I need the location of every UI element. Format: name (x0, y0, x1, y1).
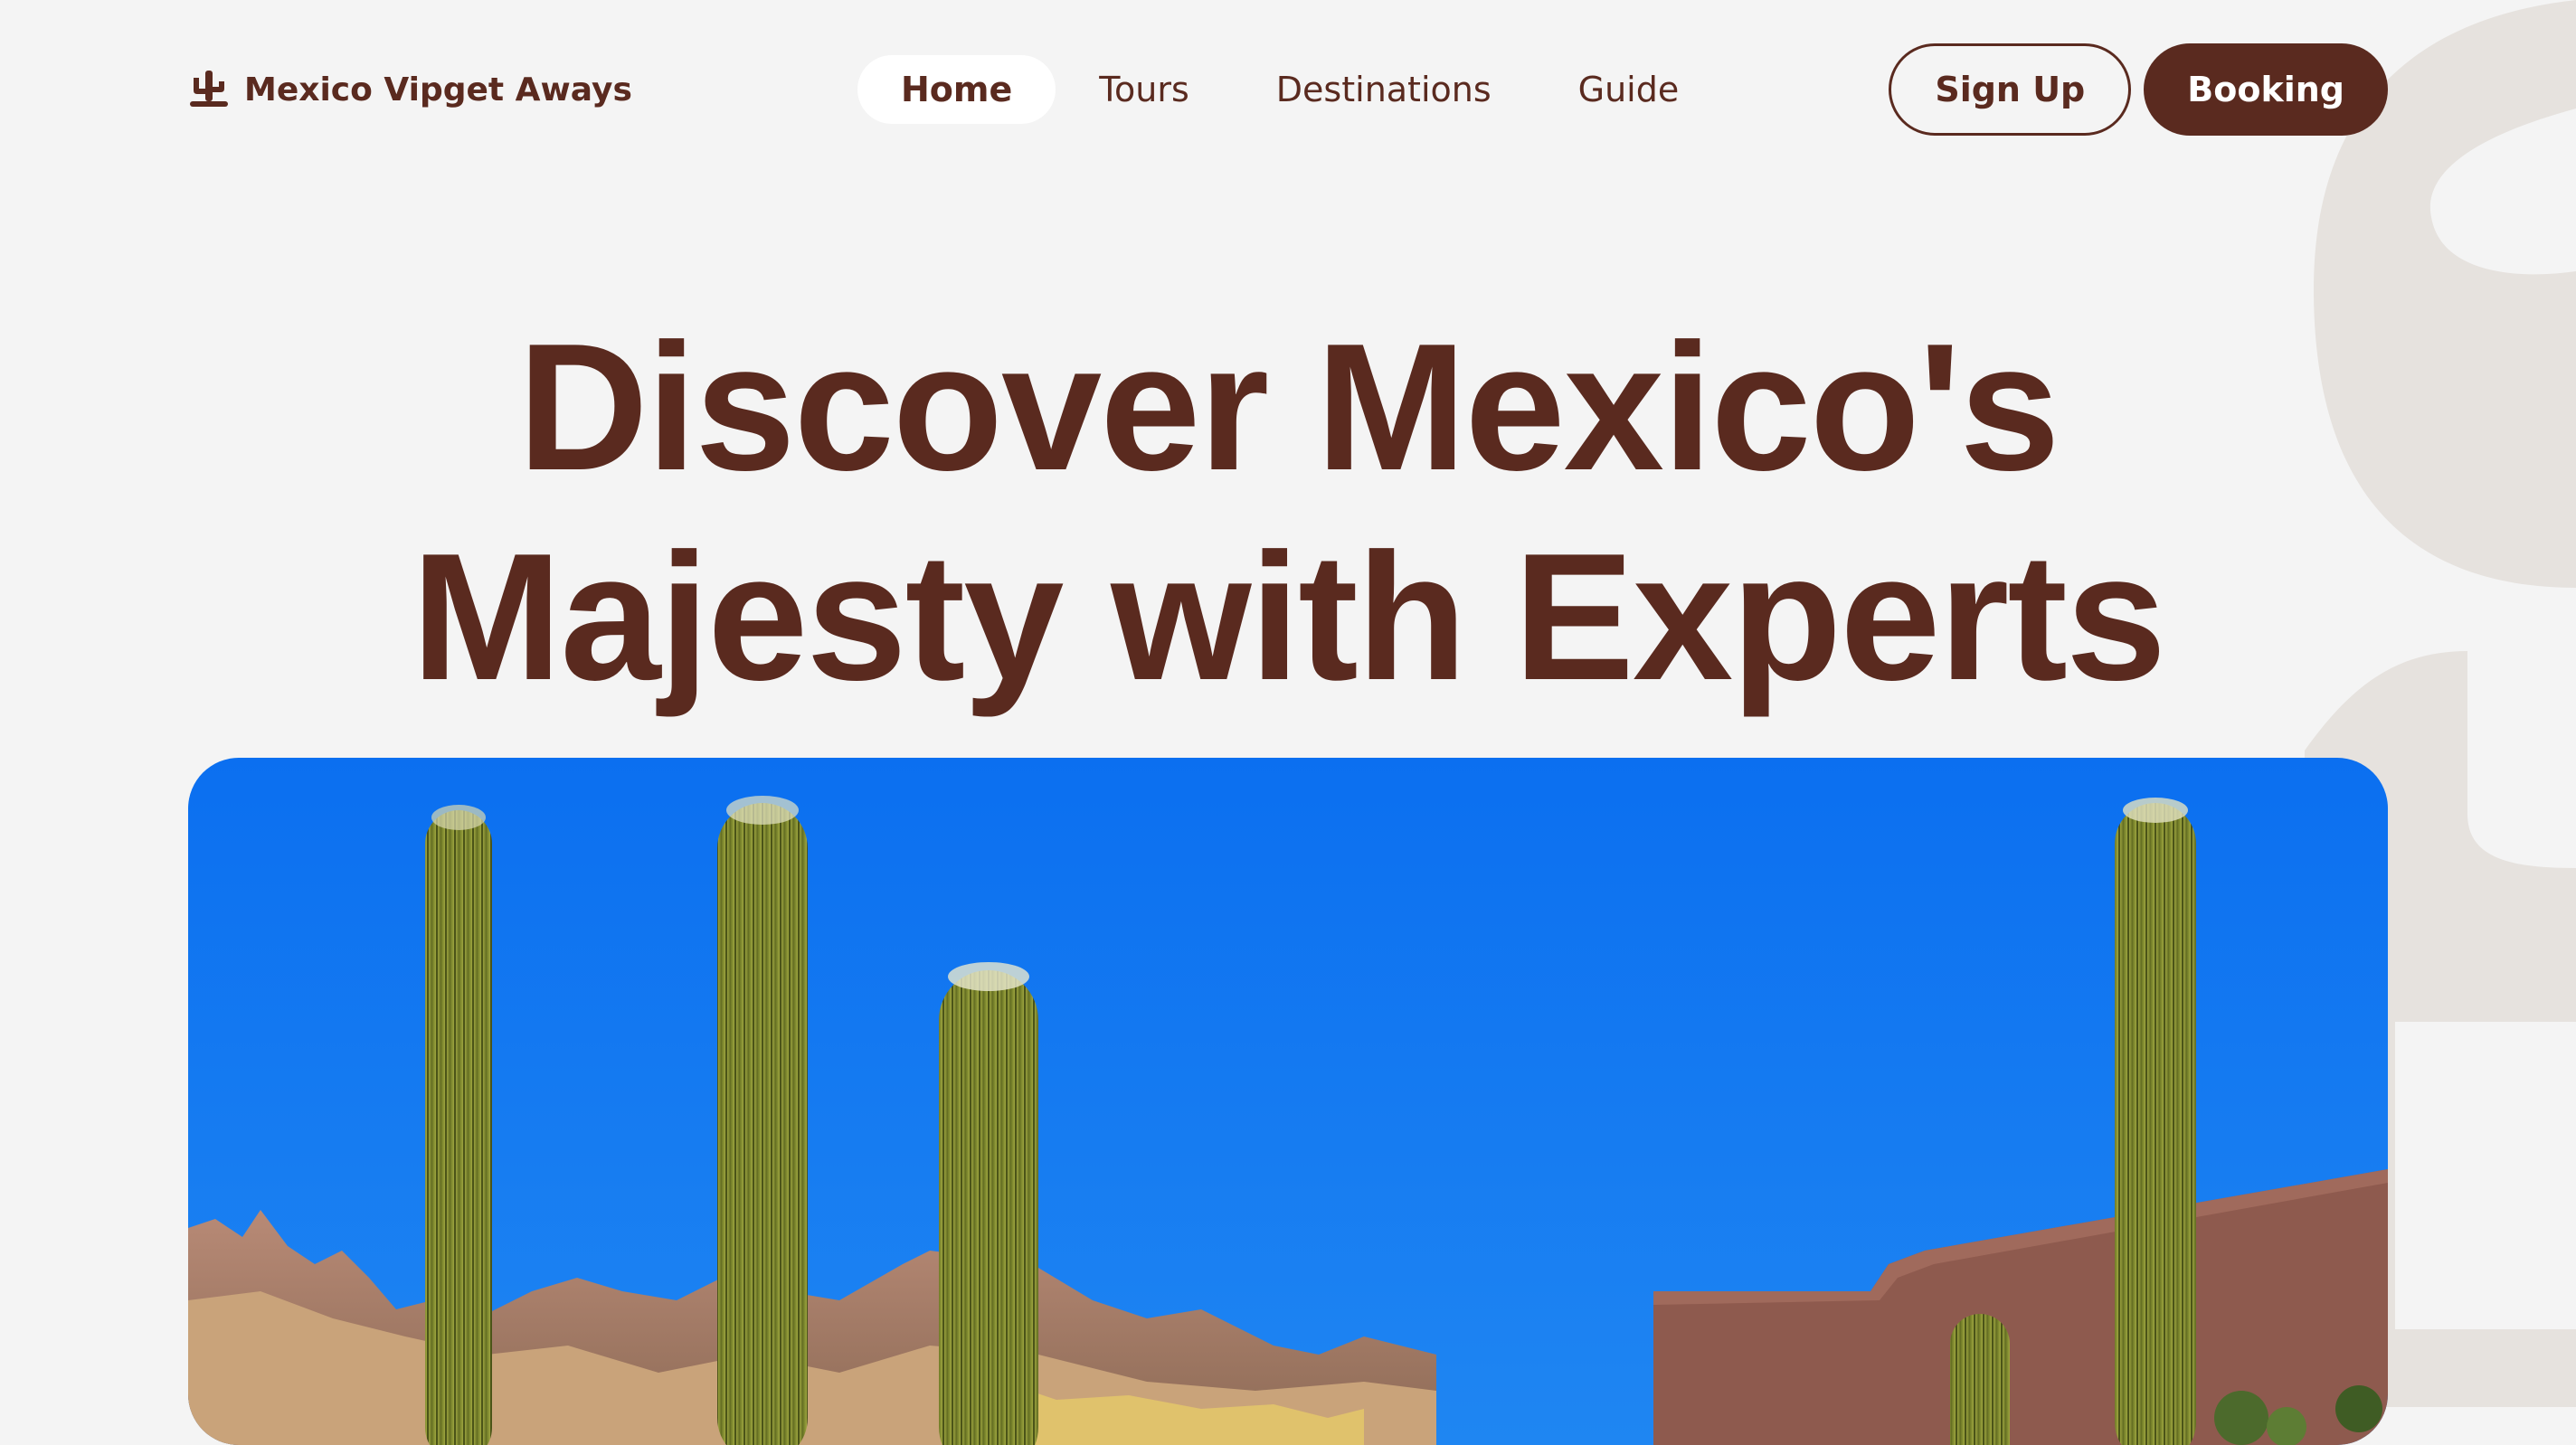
brand-name: Mexico Vipget Aways (244, 71, 632, 109)
hero-title-line-1: Discover Mexico's (517, 307, 2060, 508)
header-actions: Sign Up Booking (1889, 43, 2388, 136)
nav-item-guide[interactable]: Guide (1535, 55, 1723, 124)
nav-item-destinations[interactable]: Destinations (1233, 55, 1535, 124)
top-navigation: Mexico Vipget Aways Home Tours Destinati… (188, 43, 2388, 136)
sign-up-button[interactable]: Sign Up (1889, 43, 2132, 136)
hero-title-line-2: Majesty with Experts (411, 516, 2166, 718)
brand-logo[interactable]: Mexico Vipget Aways (188, 43, 632, 136)
hero-image (188, 758, 2388, 1445)
main-nav: Home Tours Destinations Guide (857, 55, 1722, 124)
cactus-logo-icon (188, 69, 230, 110)
desert-scene-illustration (188, 758, 2388, 1445)
nav-item-tours[interactable]: Tours (1056, 55, 1233, 124)
hero-title: Discover Mexico's Majesty with Experts (0, 303, 2576, 722)
nav-item-home[interactable]: Home (857, 55, 1056, 124)
booking-button[interactable]: Booking (2144, 43, 2388, 136)
